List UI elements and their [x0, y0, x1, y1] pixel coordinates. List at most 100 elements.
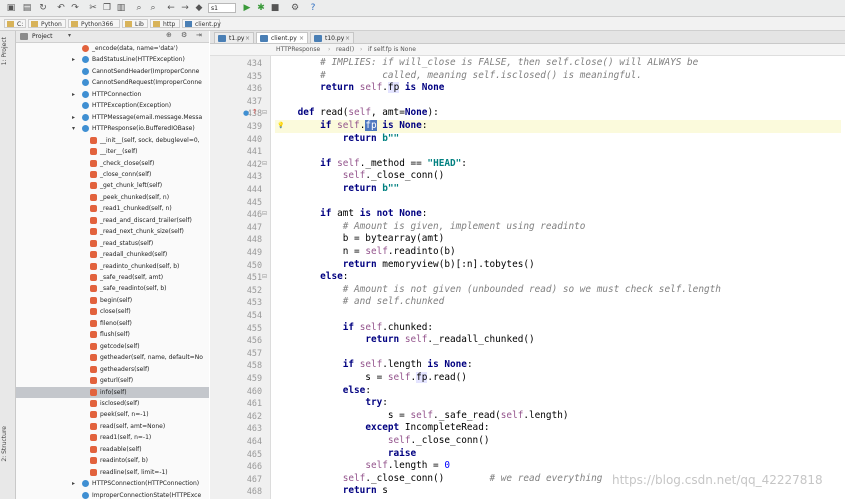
- tree-item[interactable]: begin(self): [16, 295, 209, 306]
- tree-item[interactable]: _close_conn(self): [16, 169, 209, 180]
- code-line[interactable]: return self.fp is None: [275, 82, 841, 95]
- stop-icon[interactable]: ■: [270, 3, 280, 13]
- code-line[interactable]: [275, 196, 841, 209]
- panel-settings-icon[interactable]: ⚙: [181, 31, 187, 39]
- tree-item[interactable]: ▸ HTTPMessage(email.message.Messa: [16, 112, 209, 123]
- code-line[interactable]: self._close_conn(): [275, 435, 841, 448]
- collapsed-arrow-icon[interactable]: ▸: [72, 112, 78, 123]
- tree-item[interactable]: _peek_chunked(self, n): [16, 192, 209, 203]
- tree-item[interactable]: _get_chunk_left(self): [16, 180, 209, 191]
- code-line[interactable]: if self.length is None:: [275, 359, 841, 372]
- collapsed-arrow-icon[interactable]: ▸: [72, 54, 78, 65]
- close-icon[interactable]: ×: [345, 33, 350, 44]
- run-config-select[interactable]: s1: [208, 3, 236, 13]
- breadcrumb-file[interactable]: client.py: [182, 19, 221, 28]
- tree-item[interactable]: _read1_chunked(self, n): [16, 203, 209, 214]
- redo-icon[interactable]: ↷: [70, 3, 80, 13]
- crumb-block[interactable]: if self.fp is None: [368, 44, 416, 55]
- tree-item[interactable]: peek(self, n=-1): [16, 409, 209, 420]
- expanded-arrow-icon[interactable]: ▾: [72, 123, 78, 134]
- fold-icon[interactable]: ⊟: [262, 109, 267, 116]
- tree-item[interactable]: readline(self, limit=-1): [16, 467, 209, 478]
- code-line[interactable]: if self.fp is None:: [275, 120, 841, 133]
- tree-item[interactable]: __init__(self, sock, debuglevel=0,: [16, 135, 209, 146]
- code-line[interactable]: b = bytearray(amt): [275, 233, 841, 246]
- code-line[interactable]: # IMPLIES: if will_close is FALSE, then …: [275, 57, 841, 70]
- code-line[interactable]: else:: [275, 385, 841, 398]
- tree-item[interactable]: ▸ HTTPConnection: [16, 89, 209, 100]
- fold-icon[interactable]: ⊟: [262, 273, 267, 280]
- intention-bulb-icon[interactable]: 💡: [277, 122, 284, 129]
- project-tool-tab[interactable]: 1: Project: [1, 37, 14, 65]
- tree-item[interactable]: _read_and_discard_trailer(self): [16, 215, 209, 226]
- tree-item[interactable]: __iter__(self): [16, 146, 209, 157]
- settings-icon[interactable]: ⚙: [290, 3, 300, 13]
- sync-icon[interactable]: ↻: [38, 3, 48, 13]
- code-line[interactable]: return s: [275, 485, 841, 498]
- cut-icon[interactable]: ✂: [88, 3, 98, 13]
- collapsed-arrow-icon[interactable]: ▸: [72, 89, 78, 100]
- code-editor[interactable]: # IMPLIES: if will_close is FALSE, then …: [271, 56, 845, 499]
- code-line[interactable]: return b"": [275, 133, 841, 146]
- run-icon[interactable]: ▶: [242, 3, 252, 13]
- structure-tool-tab[interactable]: 2: Structure: [1, 426, 14, 462]
- override-marker-icon[interactable]: ●: [243, 109, 249, 117]
- code-line[interactable]: [275, 145, 841, 158]
- tree-item[interactable]: HTTPException(Exception): [16, 100, 209, 111]
- code-line[interactable]: except IncompleteRead:: [275, 422, 841, 435]
- tree-item[interactable]: fileno(self): [16, 318, 209, 329]
- tree-item[interactable]: _readall_chunked(self): [16, 249, 209, 260]
- tab-t1[interactable]: t1.py ×: [214, 32, 254, 43]
- tree-item[interactable]: getcode(self): [16, 341, 209, 352]
- help-icon[interactable]: ?: [308, 3, 318, 13]
- code-line[interactable]: return memoryview(b)[:n].tobytes(): [275, 259, 841, 272]
- tree-item[interactable]: _safe_readinto(self, b): [16, 283, 209, 294]
- tree-item[interactable]: flush(self): [16, 329, 209, 340]
- tree-item[interactable]: getheaders(self): [16, 364, 209, 375]
- code-line[interactable]: def read(self, amt=None):: [275, 107, 841, 120]
- back-icon[interactable]: ←: [166, 3, 176, 13]
- tree-item[interactable]: getheader(self, name, default=No: [16, 352, 209, 363]
- tree-item[interactable]: _read_status(self): [16, 238, 209, 249]
- locate-icon[interactable]: ⊕: [166, 31, 172, 39]
- tree-item[interactable]: ▸ BadStatusLine(HTTPException): [16, 54, 209, 65]
- code-line[interactable]: self.length = 0: [275, 460, 841, 473]
- code-line[interactable]: [275, 309, 841, 322]
- project-panel-title[interactable]: Project: [32, 32, 53, 41]
- crumb-class[interactable]: HTTPResponse: [276, 44, 320, 55]
- tree-item[interactable]: readable(self): [16, 444, 209, 455]
- tree-item[interactable]: ImproperConnectionState(HTTPExce: [16, 490, 209, 499]
- code-line[interactable]: # Amount is not given (unbounded read) s…: [275, 284, 841, 297]
- code-line[interactable]: else:: [275, 271, 841, 284]
- copy-icon[interactable]: ❐: [102, 3, 112, 13]
- implements-marker-icon[interactable]: ↑: [252, 108, 258, 116]
- code-line[interactable]: raise: [275, 448, 841, 461]
- breadcrumb-http[interactable]: http: [150, 19, 180, 28]
- breadcrumb-lib[interactable]: Lib: [122, 19, 148, 28]
- code-line[interactable]: if self.chunked:: [275, 322, 841, 335]
- hide-panel-icon[interactable]: ⇥: [196, 31, 202, 39]
- undo-icon[interactable]: ↶: [56, 3, 66, 13]
- code-line[interactable]: s = self.fp.read(): [275, 372, 841, 385]
- code-line[interactable]: # and self.chunked: [275, 296, 841, 309]
- open-icon[interactable]: ▣: [6, 3, 16, 13]
- breadcrumb-python366[interactable]: Python366: [68, 19, 120, 28]
- save-icon[interactable]: ▤: [22, 3, 32, 13]
- collapsed-arrow-icon[interactable]: ▸: [72, 478, 78, 489]
- tree-item[interactable]: _encode(data, name='data'): [16, 43, 209, 54]
- close-icon[interactable]: ×: [299, 33, 304, 44]
- find-icon[interactable]: ⌕: [134, 3, 144, 13]
- tree-item[interactable]: isclosed(self): [16, 398, 209, 409]
- tree-item[interactable]: _check_close(self): [16, 158, 209, 169]
- tree-item[interactable]: read(self, amt=None): [16, 421, 209, 432]
- dropdown-chevron-icon[interactable]: ▾: [68, 32, 71, 39]
- fold-icon[interactable]: ⊟: [262, 160, 267, 167]
- tab-t10[interactable]: t10.py ×: [310, 32, 354, 43]
- code-line[interactable]: [275, 347, 841, 360]
- code-line[interactable]: return self._readall_chunked(): [275, 334, 841, 347]
- code-line[interactable]: s = self._safe_read(self.length): [275, 410, 841, 423]
- tree-item[interactable]: read1(self, n=-1): [16, 432, 209, 443]
- crumb-method[interactable]: read(): [336, 44, 354, 55]
- fold-icon[interactable]: ⊟: [262, 210, 267, 217]
- code-line[interactable]: if amt is not None:: [275, 208, 841, 221]
